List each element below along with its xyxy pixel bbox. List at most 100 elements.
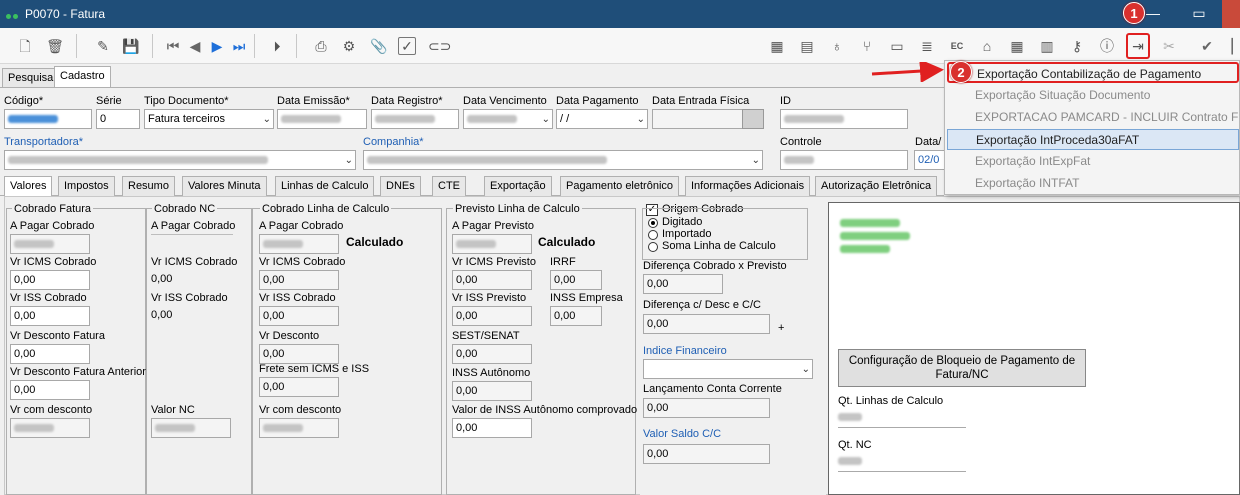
tab-valores-minuta[interactable]: Valores Minuta xyxy=(182,176,267,196)
data-partial-label: Data/ xyxy=(915,136,942,148)
edit-icon[interactable]: ✎ xyxy=(92,35,114,57)
more-icon[interactable]: ▏ xyxy=(1226,35,1240,57)
bulb-icon[interactable]: ♁ xyxy=(826,35,848,57)
tab-exportacao[interactable]: Exportação xyxy=(484,176,552,196)
data-pagamento-field[interactable]: / / ⌄ xyxy=(556,109,648,129)
tab-dnes[interactable]: DNEs xyxy=(380,176,421,196)
diff-desc-field: 0,00 xyxy=(643,314,770,334)
serie-field[interactable]: 0 xyxy=(96,109,140,129)
inss-comprovado-field[interactable]: 0,00 xyxy=(452,418,532,438)
save-icon[interactable]: 💾 xyxy=(120,35,142,57)
export-menu: Exportação Contabilização de Pagamento E… xyxy=(944,60,1240,195)
cobrado-fatura-title: Cobrado Fatura xyxy=(12,203,94,215)
sheet-icon[interactable]: ▦ xyxy=(1006,35,1028,57)
data-emissao-field[interactable] xyxy=(277,109,367,129)
companhia-select[interactable]: ⌄ xyxy=(363,150,763,170)
menu-item-intfat[interactable]: Exportação INTFAT xyxy=(947,173,1239,194)
companhia-label: Companhia* xyxy=(363,136,424,148)
print-icon[interactable]: ⎙ xyxy=(310,35,332,57)
tab-cte[interactable]: CTE xyxy=(432,176,466,196)
previsto-title: Previsto Linha de Calculo xyxy=(453,203,582,215)
table-icon[interactable]: ▥ xyxy=(1036,35,1058,57)
tab-pagamento-eletronico[interactable]: Pagamento eletrônico xyxy=(560,176,680,196)
approve-icon[interactable]: ✔ xyxy=(1196,35,1218,57)
check-icon[interactable]: ✓ xyxy=(398,37,416,55)
desconto-anterior-label: Vr Desconto Fatura Anterior xyxy=(10,366,146,378)
sest-label: SEST/SENAT xyxy=(452,330,520,342)
tab-informacoes-adicionais[interactable]: Informações Adicionais xyxy=(685,176,811,196)
maximize-button[interactable]: ▭ xyxy=(1176,0,1222,28)
link-icon[interactable]: ⊂⊃ xyxy=(428,35,451,57)
previsto-icms-field: 0,00 xyxy=(452,270,532,290)
inss-comprovado-label: Valor de INSS Autônomo comprovado xyxy=(452,404,638,416)
folder-icon[interactable]: ⌂ xyxy=(976,35,998,57)
tab-impostos[interactable]: Impostos xyxy=(58,176,115,196)
importado-label: Importado xyxy=(662,228,712,240)
data-registro-field[interactable] xyxy=(371,109,459,129)
tab-pesquisa[interactable]: Pesquisa xyxy=(2,68,60,88)
iss-field[interactable]: 0,00 xyxy=(10,306,90,326)
new-icon[interactable]: 🗋 xyxy=(14,35,36,57)
next-record-icon[interactable]: ▶ xyxy=(206,35,228,57)
config-bloqueio-button[interactable]: Configuração de Bloqueio de Pagamento de… xyxy=(838,349,1086,387)
codigo-field[interactable] xyxy=(4,109,92,129)
radio-soma-linha[interactable] xyxy=(648,242,658,252)
nc-a-pagar-label: A Pagar Cobrado xyxy=(151,220,236,232)
grid-icon[interactable]: ▤ xyxy=(796,35,818,57)
menu-item-situacao[interactable]: Exportação Situação Documento xyxy=(947,85,1239,106)
tab-autorizacao-eletronica[interactable]: Autorização Eletrônica xyxy=(815,176,938,196)
cobrado-nc-title: Cobrado NC xyxy=(152,203,218,215)
tab-valores[interactable]: Valores xyxy=(4,176,53,196)
id-label: ID xyxy=(780,95,791,107)
icms-field[interactable]: 0,00 xyxy=(10,270,90,290)
trash-icon[interactable]: 🗑 xyxy=(44,35,66,57)
tab-resumo[interactable]: Resumo xyxy=(122,176,175,196)
previous-record-icon[interactable]: ◀ xyxy=(184,35,206,57)
saldo-field: 0,00 xyxy=(643,444,770,464)
data-pagamento-label: Data Pagamento xyxy=(556,95,639,107)
first-record-icon[interactable]: ⏮ xyxy=(162,35,184,57)
menu-item-contabilizacao[interactable]: Exportação Contabilização de Pagamento xyxy=(947,62,1239,83)
last-record-icon[interactable]: ⏭ xyxy=(228,35,250,57)
cut-icon[interactable]: ✂ xyxy=(1158,35,1180,57)
desconto-field[interactable]: 0,00 xyxy=(10,344,90,364)
menu-item-pamcard[interactable]: EXPORTACAO PAMCARD - INCLUIR Contrato FR… xyxy=(947,107,1239,128)
export-icon[interactable]: ⇥ xyxy=(1126,33,1150,59)
indice-select[interactable]: ⌄ xyxy=(643,359,813,379)
valor-nc-field xyxy=(151,418,231,438)
transportadora-label: Transportadora* xyxy=(4,136,84,148)
info-icon[interactable]: ⓘ xyxy=(1096,35,1118,57)
a-pagar-label: A Pagar Cobrado xyxy=(10,220,95,232)
radio-importado[interactable] xyxy=(648,230,658,240)
settings-icon[interactable]: ⚙ xyxy=(338,35,360,57)
document-icon[interactable]: ≣ xyxy=(916,35,938,57)
a-pagar-field xyxy=(10,234,90,254)
previsto-a-pagar-label: A Pagar Previsto xyxy=(452,220,534,232)
menu-item-intexpfat[interactable]: Exportação IntExpFat xyxy=(947,151,1239,172)
data-partial-field[interactable]: 02/0 xyxy=(914,150,946,170)
radio-digitado[interactable] xyxy=(648,218,658,228)
attachment-icon[interactable]: 📎 xyxy=(368,35,390,57)
linha-com-desconto-field xyxy=(259,418,339,438)
card-icon[interactable]: ▭ xyxy=(886,35,908,57)
nc-iss-label: Vr ISS Cobrado xyxy=(151,292,228,304)
tab-linhas-calculo[interactable]: Linhas de Calculo xyxy=(275,176,375,196)
menu-item-intproceda[interactable]: Exportação IntProceda30aFAT xyxy=(947,129,1239,150)
action-icon[interactable]: ⏵ xyxy=(266,35,288,57)
key-icon[interactable]: ⚷ xyxy=(1066,35,1088,57)
data-entrada-label: Data Entrada Física xyxy=(652,95,750,107)
transportadora-select[interactable]: ⌄ xyxy=(4,150,356,170)
lancamento-field: 0,00 xyxy=(643,398,770,418)
frete-field: 0,00 xyxy=(259,377,339,397)
calculator-icon[interactable]: ▦ xyxy=(766,35,788,57)
tipo-documento-select[interactable]: Fatura terceiros ⌄ xyxy=(144,109,274,129)
ec-icon[interactable]: EC xyxy=(946,35,968,57)
close-button[interactable] xyxy=(1222,0,1240,28)
data-vencimento-field[interactable]: ⌄ xyxy=(463,109,553,129)
calendar-button[interactable] xyxy=(742,109,764,129)
desconto-anterior-field[interactable]: 0,00 xyxy=(10,380,90,400)
tree-icon[interactable]: ⑂ xyxy=(856,35,878,57)
linha-iss-label: Vr ISS Cobrado xyxy=(259,292,336,304)
tab-cadastro[interactable]: Cadastro xyxy=(54,66,111,88)
cobrado-linha-title: Cobrado Linha de Calculo xyxy=(260,203,392,215)
